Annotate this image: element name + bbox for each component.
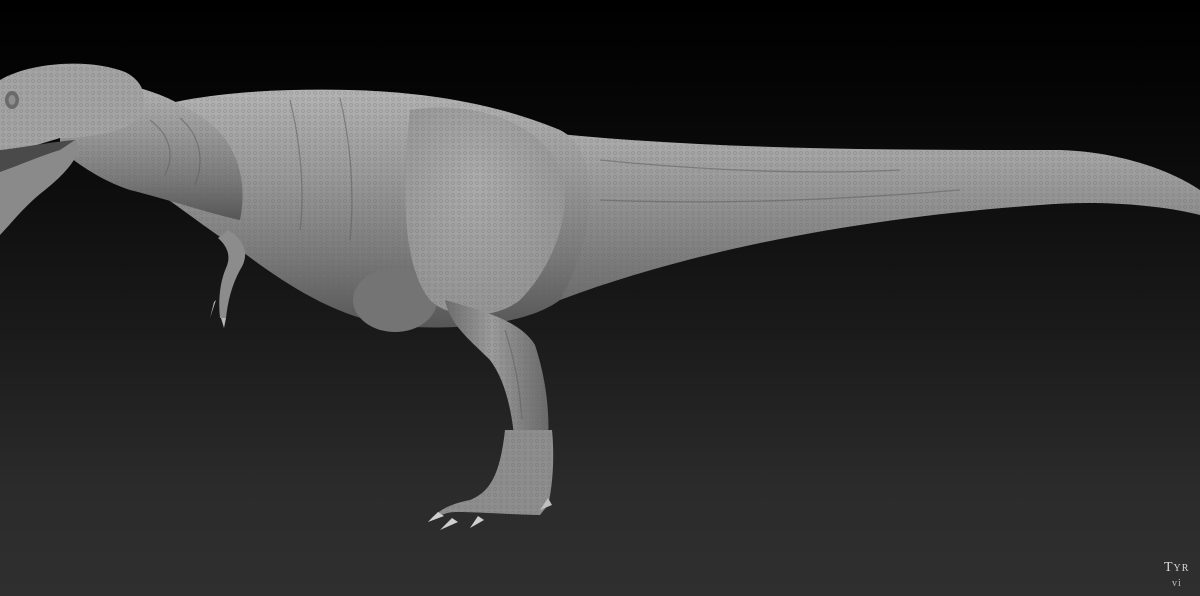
caption-subtitle: vi (1172, 578, 1182, 589)
caption-overlay: Tyr vi (1160, 559, 1200, 590)
arm (218, 230, 246, 318)
dinosaur-render (0, 63, 1200, 530)
render-viewport: Tyr vi (0, 0, 1200, 596)
caption-title: Tyr (1164, 560, 1190, 575)
